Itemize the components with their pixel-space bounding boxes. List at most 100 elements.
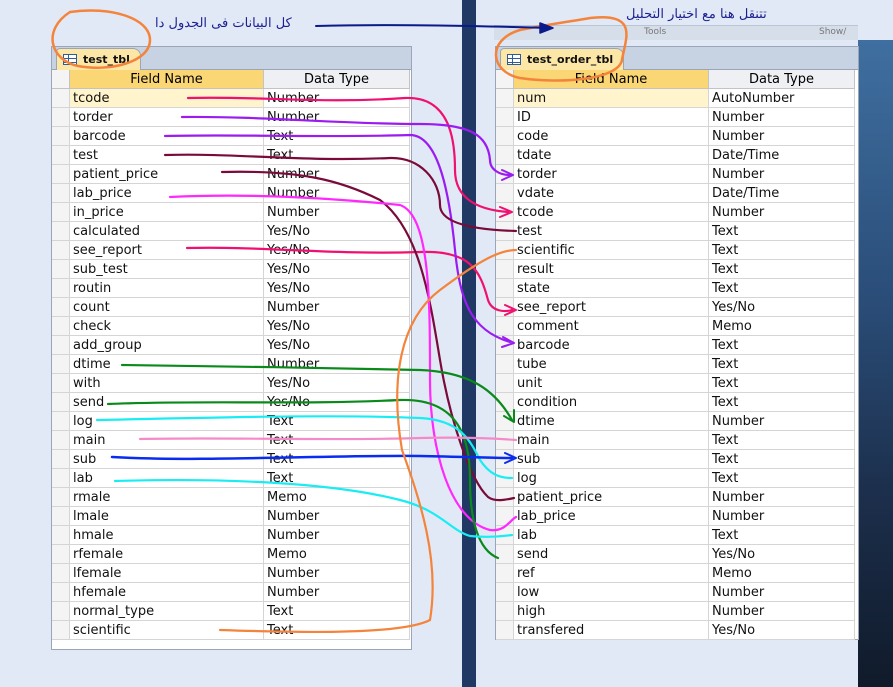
row-selector[interactable] [496,203,514,222]
field-row[interactable]: state Text [496,279,855,298]
data-type-cell[interactable]: Text [264,621,410,640]
row-selector[interactable] [496,108,514,127]
field-row[interactable]: low Number [496,583,855,602]
field-row[interactable]: routin Yes/No [52,279,410,298]
field-row[interactable]: sub_test Yes/No [52,260,410,279]
data-type-cell[interactable]: Number [264,507,410,526]
field-name-cell[interactable]: test [70,146,264,165]
field-row[interactable]: ref Memo [496,564,855,583]
data-type-cell[interactable]: Text [709,279,855,298]
data-type-cell[interactable]: Number [709,127,855,146]
field-name-cell[interactable]: lmale [70,507,264,526]
select-all-cell[interactable] [496,70,514,89]
row-selector[interactable] [52,317,70,336]
data-type-cell[interactable]: Text [264,469,410,488]
field-row[interactable]: hfemale Number [52,583,410,602]
data-type-cell[interactable]: Number [264,355,410,374]
data-type-cell[interactable]: Memo [709,564,855,583]
data-type-cell[interactable]: Date/Time [709,184,855,203]
data-type-cell[interactable]: Text [264,450,410,469]
field-row[interactable]: main Text [496,431,855,450]
row-selector[interactable] [496,583,514,602]
header-field-name[interactable]: Field Name [70,70,264,89]
data-type-cell[interactable]: Yes/No [264,241,410,260]
data-type-cell[interactable]: Number [264,583,410,602]
field-name-cell[interactable]: torder [514,165,709,184]
data-type-cell[interactable]: Text [264,602,410,621]
field-row[interactable]: rfemale Memo [52,545,410,564]
row-selector[interactable] [496,146,514,165]
row-selector[interactable] [52,336,70,355]
field-name-cell[interactable]: with [70,374,264,393]
field-name-cell[interactable]: normal_type [70,602,264,621]
field-name-cell[interactable]: lab_price [514,507,709,526]
row-selector[interactable] [496,317,514,336]
tab-test-tbl[interactable]: test_tbl [56,48,141,70]
data-type-cell[interactable]: Date/Time [709,146,855,165]
field-name-cell[interactable]: patient_price [514,488,709,507]
field-name-cell[interactable]: unit [514,374,709,393]
row-selector[interactable] [496,450,514,469]
field-row[interactable]: torder Number [496,165,855,184]
row-selector[interactable] [496,336,514,355]
field-row[interactable]: tcode Number [496,203,855,222]
data-type-cell[interactable]: Yes/No [264,317,410,336]
data-type-cell[interactable]: Text [709,260,855,279]
row-selector[interactable] [52,279,70,298]
field-row[interactable]: scientific Text [496,241,855,260]
data-type-cell[interactable]: Memo [264,488,410,507]
field-row[interactable]: lab_price Number [496,507,855,526]
field-row[interactable]: lab Text [496,526,855,545]
data-type-cell[interactable]: Number [709,507,855,526]
data-type-cell[interactable]: Text [709,241,855,260]
row-selector[interactable] [496,564,514,583]
row-selector[interactable] [52,298,70,317]
field-row[interactable]: code Number [496,127,855,146]
field-name-cell[interactable]: rmale [70,488,264,507]
field-row[interactable]: with Yes/No [52,374,410,393]
row-selector[interactable] [496,412,514,431]
row-selector[interactable] [52,564,70,583]
field-row[interactable]: vdate Date/Time [496,184,855,203]
data-type-cell[interactable]: Yes/No [264,393,410,412]
row-selector[interactable] [496,355,514,374]
field-row[interactable]: dtime Number [52,355,410,374]
row-selector[interactable] [496,621,514,640]
data-type-cell[interactable]: Text [709,336,855,355]
data-type-cell[interactable]: Text [709,450,855,469]
field-row[interactable]: patient_price Number [52,165,410,184]
row-selector[interactable] [496,602,514,621]
data-type-cell[interactable]: Text [264,412,410,431]
field-row[interactable]: ID Number [496,108,855,127]
header-data-type[interactable]: Data Type [264,70,410,89]
field-name-cell[interactable]: lab [514,526,709,545]
data-type-cell[interactable]: Text [709,469,855,488]
data-type-cell[interactable]: Number [709,203,855,222]
row-selector[interactable] [52,374,70,393]
row-selector[interactable] [52,450,70,469]
field-row[interactable]: high Number [496,602,855,621]
data-type-cell[interactable]: Yes/No [264,222,410,241]
field-name-cell[interactable]: vdate [514,184,709,203]
field-name-cell[interactable]: add_group [70,336,264,355]
data-type-cell[interactable]: Text [709,393,855,412]
data-type-cell[interactable]: Number [709,583,855,602]
field-row[interactable]: condition Text [496,393,855,412]
row-selector[interactable] [52,108,70,127]
field-row[interactable]: see_report Yes/No [52,241,410,260]
field-name-cell[interactable]: lfemale [70,564,264,583]
field-name-cell[interactable]: log [70,412,264,431]
row-selector[interactable] [496,507,514,526]
field-name-cell[interactable]: dtime [514,412,709,431]
data-type-cell[interactable]: Number [709,488,855,507]
field-name-cell[interactable]: dtime [70,355,264,374]
field-row[interactable]: dtime Number [496,412,855,431]
row-selector[interactable] [52,602,70,621]
data-type-cell[interactable]: Number [264,165,410,184]
field-name-cell[interactable]: sub [514,450,709,469]
row-selector[interactable] [496,393,514,412]
field-row[interactable]: sub Text [52,450,410,469]
field-name-cell[interactable]: in_price [70,203,264,222]
field-row[interactable]: comment Memo [496,317,855,336]
field-row[interactable]: in_price Number [52,203,410,222]
